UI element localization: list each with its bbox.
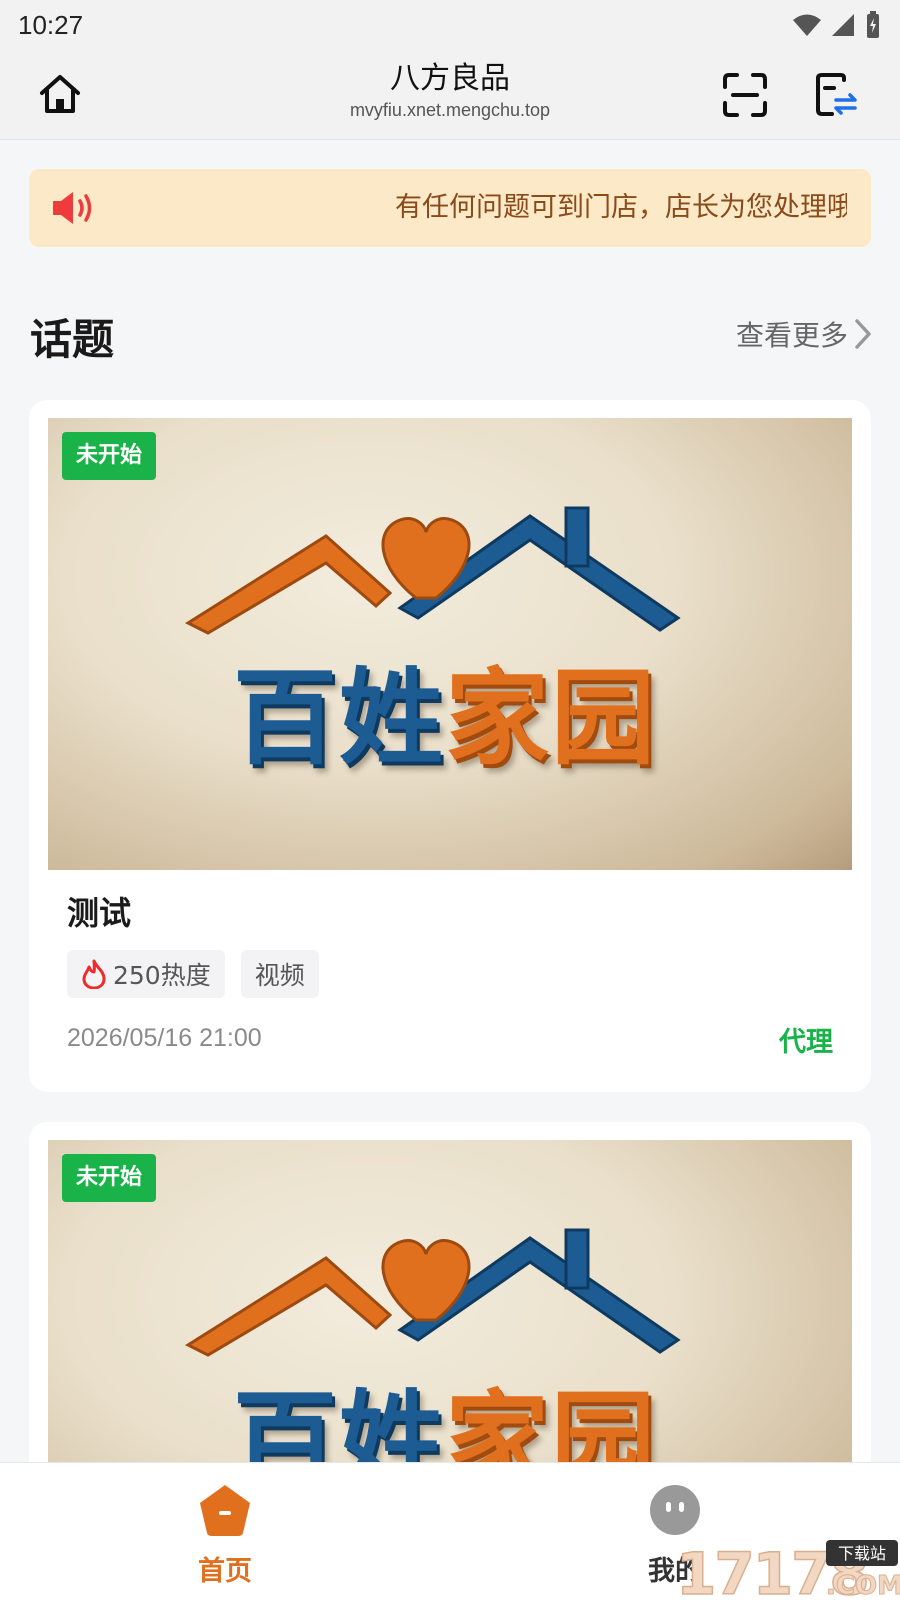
nav-label-home: 首页 <box>198 1556 252 1587</box>
page-url: mvyfiu.xnet.mengchu.top <box>349 100 551 120</box>
switch-account-icon <box>816 73 857 116</box>
scan-button[interactable] <box>720 70 770 120</box>
nav-item-home[interactable]: 首页 <box>165 1483 285 1593</box>
agent-button[interactable]: 代理 <box>779 1020 833 1059</box>
home-button[interactable] <box>36 70 84 118</box>
type-label: 视频 <box>254 961 305 990</box>
browser-title-area: 八方良品 mvyfiu.xnet.mengchu.top <box>250 60 650 122</box>
heat-tag: 250热度 <box>67 950 225 998</box>
topic-tags: 250热度 视频 <box>67 950 319 998</box>
svg-text:下载站: 下载站 <box>838 1544 886 1563</box>
notice-banner[interactable]: 有任何问题可到门店，店长为您处理哦 <box>29 169 871 247</box>
watermark-logo: 17178 下载站 .COM <box>675 1538 900 1600</box>
wifi-icon <box>793 14 821 36</box>
topic-image: 未开始 百姓家园 <box>48 418 852 870</box>
status-badge: 未开始 <box>62 432 157 480</box>
heat-label: 250热度 <box>113 961 211 990</box>
fire-icon <box>82 959 106 989</box>
status-icons <box>792 11 882 39</box>
speaker-icon <box>53 192 92 224</box>
type-tag: 视频 <box>240 950 319 998</box>
section-title: 话题 <box>30 315 115 364</box>
topic-title: 测试 <box>67 894 132 932</box>
see-more-link[interactable]: 查看更多 <box>736 314 872 354</box>
profile-icon <box>650 1485 700 1535</box>
logo-part-1: 百姓 <box>233 657 446 779</box>
status-time: 10:27 <box>18 9 84 40</box>
topic-date: 2026/05/16 21:00 <box>67 1024 262 1052</box>
battery-icon <box>867 11 879 38</box>
browser-bar: 八方良品 mvyfiu.xnet.mengchu.top <box>0 50 900 140</box>
status-badge: 未开始 <box>62 1154 157 1202</box>
notice-text: 有任何问题可到门店，店长为您处理哦 <box>395 192 847 223</box>
logo-part-3: 园 <box>551 657 658 779</box>
logo-text: 百姓家园 <box>233 633 657 784</box>
home-icon <box>40 75 80 113</box>
home-icon <box>200 1485 250 1536</box>
topic-card[interactable]: 未开始 百姓家园 测试 250热度 视频 2026/05/16 21:00 代理 <box>29 400 871 1092</box>
page-title: 八方良品 <box>390 61 510 96</box>
status-bar: 10:27 <box>0 0 900 50</box>
scan-icon <box>723 73 767 117</box>
see-more-label: 查看更多 <box>735 319 848 352</box>
switch-button[interactable] <box>812 70 862 120</box>
chevron-right-icon <box>855 319 871 349</box>
signal-icon <box>832 14 854 36</box>
svg-text:.COM: .COM <box>826 1571 900 1600</box>
logo-part-2: 家 <box>445 657 552 779</box>
